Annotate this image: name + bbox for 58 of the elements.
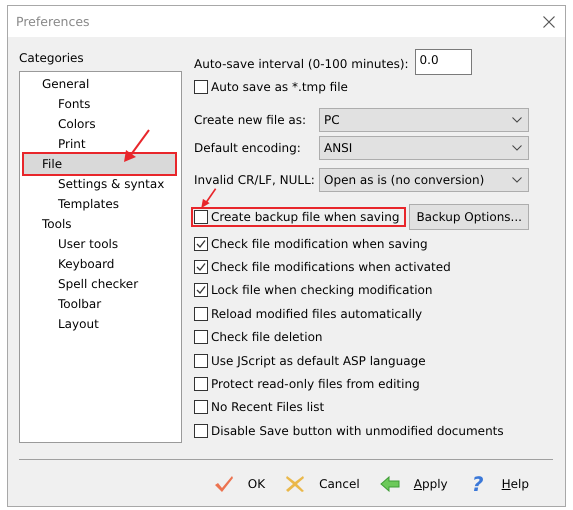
- dropdown[interactable]: Open as is (no conversion): [319, 168, 529, 192]
- checkbox-label: Disable Save button with unmodified documents: [211, 424, 504, 438]
- categories-label: Categories: [19, 51, 85, 67]
- checkbox[interactable]: [194, 283, 208, 298]
- checkbox[interactable]: [194, 354, 208, 368]
- checkbox-label: Auto save as *.tmp file: [211, 80, 348, 94]
- help-button[interactable]: ? Help: [460, 471, 537, 497]
- tree-item[interactable]: Spell checker: [24, 274, 175, 294]
- ok-button[interactable]: OK: [206, 471, 274, 497]
- tree-item[interactable]: Templates: [24, 194, 175, 214]
- tree-item[interactable]: Print: [24, 134, 175, 154]
- dropdown[interactable]: ANSI: [319, 136, 529, 160]
- chevron-icon: [512, 145, 522, 151]
- chevron-icon: [512, 117, 522, 123]
- select-label: Default encoding:: [194, 141, 302, 155]
- select-label: Invalid CR/LF, NULL:: [194, 173, 316, 187]
- checkbox-label: Use JScript as default ASP language: [211, 354, 426, 368]
- checkbox[interactable]: [194, 306, 208, 321]
- autosave-field[interactable]: 0.0: [414, 49, 472, 75]
- checkbox[interactable]: [194, 424, 208, 438]
- window-title: Preferences: [16, 14, 90, 29]
- tree-item[interactable]: Tools: [24, 214, 175, 234]
- checkbox-label: Check file modifications when activated: [211, 260, 451, 274]
- checkbox-label: Create backup file when saving: [211, 210, 400, 224]
- apply-button[interactable]: Apply: [372, 471, 456, 497]
- checkbox-label: Check file deletion: [211, 330, 323, 344]
- dropdown[interactable]: PC: [319, 108, 529, 132]
- checkbox-label: Reload modified files automatically: [211, 306, 422, 321]
- checkbox[interactable]: [194, 377, 208, 392]
- tree-item[interactable]: Layout: [24, 314, 175, 334]
- cross-icon: [285, 475, 306, 493]
- tree-item[interactable]: General: [24, 74, 175, 94]
- cancel-button[interactable]: Cancel: [277, 471, 368, 497]
- tree-item[interactable]: User tools: [24, 234, 175, 254]
- tree-item[interactable]: Colors: [24, 114, 175, 134]
- tree-item[interactable]: File: [24, 154, 175, 174]
- tree-item[interactable]: Toolbar: [24, 294, 175, 314]
- tree-item[interactable]: Fonts: [24, 94, 175, 114]
- select-label: Create new file as:: [194, 113, 308, 127]
- checkbox[interactable]: [194, 80, 208, 94]
- close-icon[interactable]: [543, 16, 555, 28]
- checkbox-label: No Recent Files list: [211, 400, 324, 414]
- checkbox[interactable]: [194, 330, 208, 344]
- checkbox-label: Check file modification when saving: [211, 236, 428, 251]
- backup-options-button[interactable]: Backup Options...: [409, 204, 529, 230]
- tree-item[interactable]: Keyboard: [24, 254, 175, 274]
- check-icon: [214, 475, 234, 493]
- tree-item[interactable]: Settings & syntax: [24, 174, 175, 194]
- left-arrow-icon: [380, 476, 400, 492]
- chevron-icon: [512, 177, 522, 183]
- checkbox[interactable]: [194, 210, 208, 224]
- checkbox[interactable]: [194, 400, 208, 414]
- checkbox-label: Protect read-only files from editing: [211, 377, 420, 392]
- help-icon: ?: [468, 472, 488, 496]
- checkbox[interactable]: [194, 236, 208, 251]
- checkbox-label: Lock file when checking modification: [211, 283, 432, 298]
- autosave-label: Auto-save interval (0-100 minutes):: [194, 57, 409, 71]
- checkbox[interactable]: [194, 260, 208, 274]
